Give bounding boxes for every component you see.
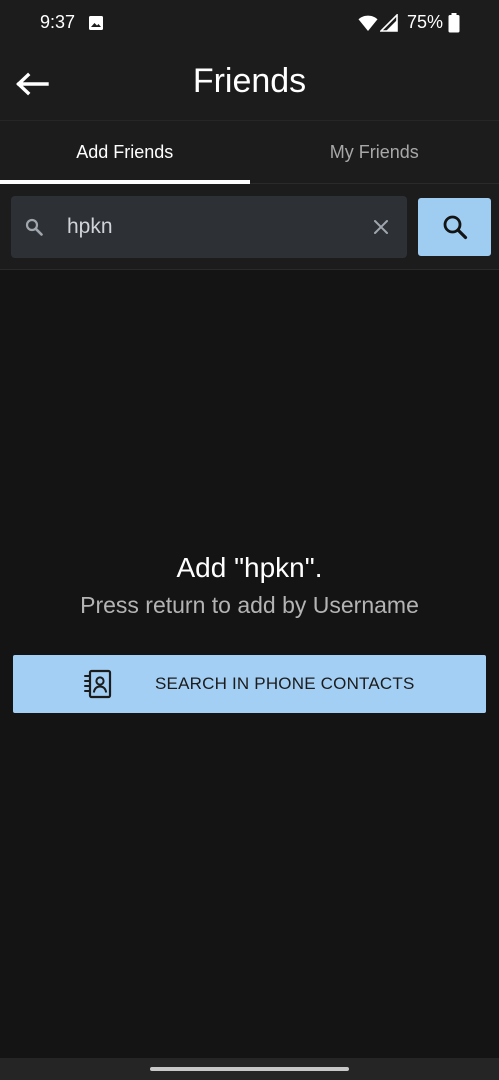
gallery-icon (89, 16, 103, 30)
search-icon (443, 215, 467, 240)
wifi-icon (358, 15, 378, 31)
clear-search-button[interactable] (367, 213, 395, 241)
signal-icon (380, 14, 398, 32)
contacts-button-label: SEARCH IN PHONE CONTACTS (155, 674, 415, 693)
search-field[interactable] (11, 196, 407, 258)
home-gesture-handle[interactable] (150, 1067, 349, 1071)
close-icon (374, 220, 388, 234)
battery-icon (448, 13, 460, 33)
arrow-left-icon (16, 72, 49, 96)
page-title: Friends (192, 62, 307, 100)
system-nav-bar (0, 1058, 499, 1080)
search-phone-contacts-button[interactable]: SEARCH IN PHONE CONTACTS (13, 655, 486, 713)
back-button[interactable] (8, 60, 56, 108)
tab-label: Add Friends (76, 141, 174, 162)
search-input[interactable] (67, 210, 357, 244)
battery-percent: 75% (407, 12, 444, 32)
tab-my-friends[interactable]: My Friends (250, 121, 499, 183)
contacts-icon (84, 669, 112, 699)
search-icon (25, 218, 43, 236)
tab-add-friends[interactable]: Add Friends (0, 121, 250, 184)
tab-label: My Friends (329, 141, 419, 162)
status-bar: 9:37 75% (0, 0, 499, 48)
search-bar (0, 184, 499, 270)
add-username-prompt: Add "hpkn". (176, 552, 323, 583)
search-submit-button[interactable] (418, 198, 491, 256)
app-header: Friends (0, 48, 499, 120)
tab-bar: Add Friends My Friends (0, 120, 499, 184)
status-time: 9:37 (40, 12, 76, 32)
add-username-hint: Press return to add by Username (80, 592, 419, 618)
friends-screen: 9:37 75% Friends Add Friends My Friends … (0, 0, 499, 1080)
